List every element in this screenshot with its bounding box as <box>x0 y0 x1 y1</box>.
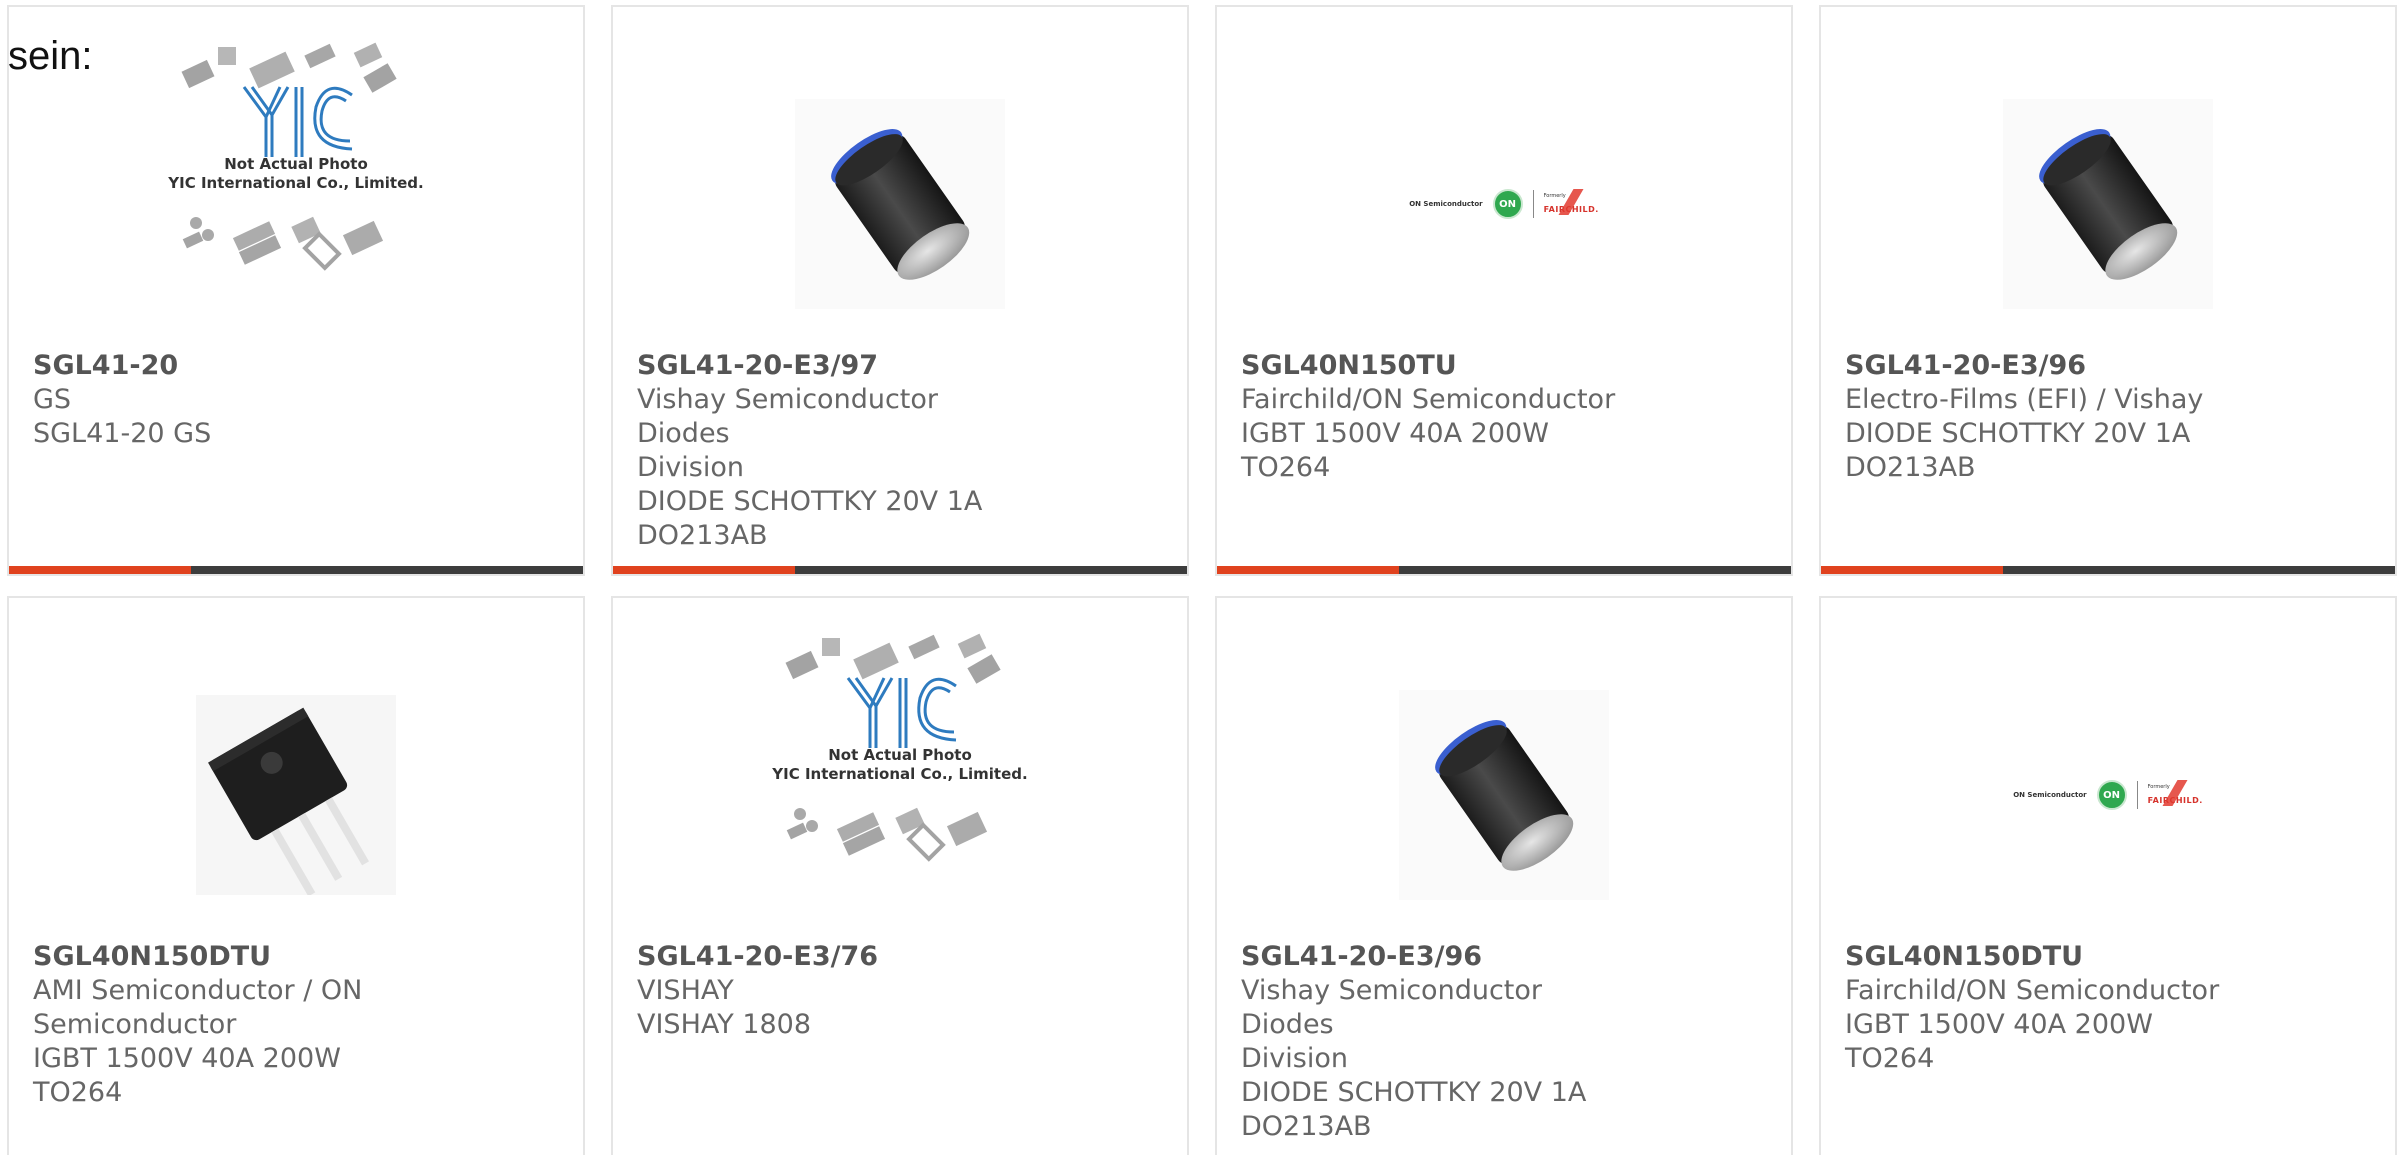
onsemi-text: ON Semiconductor <box>2013 791 2087 799</box>
description-text: DO213AB <box>1845 452 1976 483</box>
description-text: Division <box>637 452 744 483</box>
onsemi-text: ON Semiconductor <box>1409 200 1483 208</box>
product-card[interactable]: SGL41-20-E3/96 Vishay Semiconductor Diode… <box>1215 596 1793 1155</box>
diode-icon[interactable] <box>1369 660 1639 930</box>
card-accent-bar <box>613 566 795 574</box>
part-number-link[interactable]: SGL40N150DTU <box>33 940 433 974</box>
yic-placeholder-icon[interactable]: Not Actual Photo YIC International Co., … <box>755 628 1045 928</box>
yic-company-text: YIC International Co., Limited. <box>772 765 1028 783</box>
product-image: Not Actual Photo YIC International Co., … <box>156 37 436 337</box>
product-card[interactable]: SGL40N150DTU AMI Semiconductor / ON Semico… <box>7 596 585 1155</box>
product-info: SGL40N150DTU AMI Semiconductor / ON Semico… <box>33 940 433 1110</box>
product-card[interactable]: SGL41-20-E3/96 Electro-Films (EFI) / Vish… <box>1819 5 2397 576</box>
part-number-link[interactable]: SGL41-20-E3/97 <box>637 349 1037 383</box>
diode-icon[interactable] <box>1973 69 2243 339</box>
product-card[interactable]: SGL41-20-E3/97 Vishay Semiconductor Diode… <box>611 5 1189 576</box>
intro-text: sein: <box>8 34 93 78</box>
product-info: SGL41-20-E3/97 Vishay Semiconductor Diode… <box>637 349 1037 553</box>
product-info: SGL41-20 GS SGL41-20 GS <box>33 349 433 451</box>
manufacturer-text: Fairchild/ON Semiconductor <box>1845 975 2220 1006</box>
description-text: IGBT 1500V 40A 200W TO264 <box>1241 418 1549 483</box>
card-accent-bar <box>9 566 191 574</box>
part-number-link[interactable]: SGL41-20-E3/76 <box>637 940 1037 974</box>
manufacturer-text: Fairchild/ON Semiconductor <box>1241 384 1616 415</box>
yic-placeholder-icon[interactable]: Not Actual Photo YIC International Co., … <box>151 37 441 337</box>
product-info: SGL41-20-E3/96 Vishay Semiconductor Diode… <box>1241 940 1641 1144</box>
part-number-link[interactable]: SGL41-20 <box>33 349 433 383</box>
description-text: DO213AB <box>637 520 768 551</box>
product-info: SGL40N150DTU Fairchild/ON Semiconductor IG… <box>1845 940 2245 1076</box>
product-image <box>1399 690 1609 900</box>
product-info: SGL40N150TU Fairchild/ON Semiconductor IGB… <box>1241 349 1641 485</box>
description-text: VISHAY 1808 <box>637 1009 812 1040</box>
manufacturer-text: GS <box>33 384 72 415</box>
to264-package-icon[interactable] <box>161 660 431 930</box>
product-image <box>795 99 1005 309</box>
card-accent-bar <box>1821 566 2003 574</box>
description-text: DIODE SCHOTTKY 20V 1A <box>637 486 983 517</box>
card-accent-bar <box>1217 566 1399 574</box>
not-actual-photo-text: Not Actual Photo <box>224 155 368 173</box>
description-text: SGL41-20 GS <box>33 418 212 449</box>
product-image <box>2003 99 2213 309</box>
description-text: Semiconductor <box>33 1009 237 1040</box>
onsemi-fairchild-logo-icon[interactable]: ON Semiconductor ON Formerly FAIRCHILD. <box>1369 69 1639 339</box>
card-bottom-bar <box>1217 566 1791 574</box>
logo-divider <box>1532 190 1534 218</box>
product-image <box>196 695 396 895</box>
on-badge-icon: ON <box>1492 189 1523 219</box>
manufacturer-text: Electro-Films (EFI) / Vishay <box>1845 384 2204 415</box>
not-actual-photo-text: Not Actual Photo <box>828 746 972 764</box>
product-card[interactable]: Not Actual Photo YIC International Co., … <box>7 5 585 576</box>
diode-icon[interactable] <box>765 69 1035 339</box>
page: sein: Not Actual Photo YIC International… <box>0 0 2400 1155</box>
product-image: ON Semiconductor ON Formerly FAIRCHILD. <box>1978 735 2238 855</box>
yic-company-text: YIC International Co., Limited. <box>168 174 424 192</box>
card-bottom-bar <box>613 566 1187 574</box>
part-number-link[interactable]: SGL40N150DTU <box>1845 940 2245 974</box>
product-image: Not Actual Photo YIC International Co., … <box>760 628 1040 928</box>
description-text: IGBT 1500V 40A 200W TO264 <box>1845 1009 2153 1074</box>
description-text: DIODE SCHOTTKY 20V 1A <box>1241 1077 1587 1108</box>
card-bottom-bar <box>1821 566 2395 574</box>
manufacturer-text: AMI Semiconductor / ON <box>33 975 363 1006</box>
manufacturer-text: Vishay Semiconductor Diodes <box>637 384 938 449</box>
description-text: DO213AB <box>1241 1111 1372 1142</box>
product-info: SGL41-20-E3/76 VISHAY VISHAY 1808 <box>637 940 1037 1042</box>
card-bottom-bar <box>9 566 583 574</box>
product-grid: Not Actual Photo YIC International Co., … <box>0 0 2400 1155</box>
product-card[interactable]: Not Actual Photo YIC International Co., … <box>611 596 1189 1155</box>
description-text: DIODE SCHOTTKY 20V 1A <box>1845 418 2191 449</box>
logo-divider <box>2136 781 2138 809</box>
part-number-link[interactable]: SGL41-20-E3/96 <box>1845 349 2245 383</box>
product-card[interactable]: ON Semiconductor ON Formerly FAIRCHILD. … <box>1215 5 1793 576</box>
part-number-link[interactable]: SGL41-20-E3/96 <box>1241 940 1641 974</box>
product-image: ON Semiconductor ON Formerly FAIRCHILD. <box>1374 144 1634 264</box>
on-badge-icon: ON <box>2096 780 2127 810</box>
manufacturer-text: VISHAY <box>637 975 734 1006</box>
product-card[interactable]: ON Semiconductor ON Formerly FAIRCHILD. … <box>1819 596 2397 1155</box>
product-info: SGL41-20-E3/96 Electro-Films (EFI) / Vish… <box>1845 349 2245 485</box>
manufacturer-text: Vishay Semiconductor Diodes <box>1241 975 1542 1040</box>
description-text: IGBT 1500V 40A 200W TO264 <box>33 1043 341 1108</box>
part-number-link[interactable]: SGL40N150TU <box>1241 349 1641 383</box>
onsemi-fairchild-logo-icon[interactable]: ON Semiconductor ON Formerly FAIRCHILD. <box>1973 660 2243 930</box>
description-text: Division <box>1241 1043 1348 1074</box>
